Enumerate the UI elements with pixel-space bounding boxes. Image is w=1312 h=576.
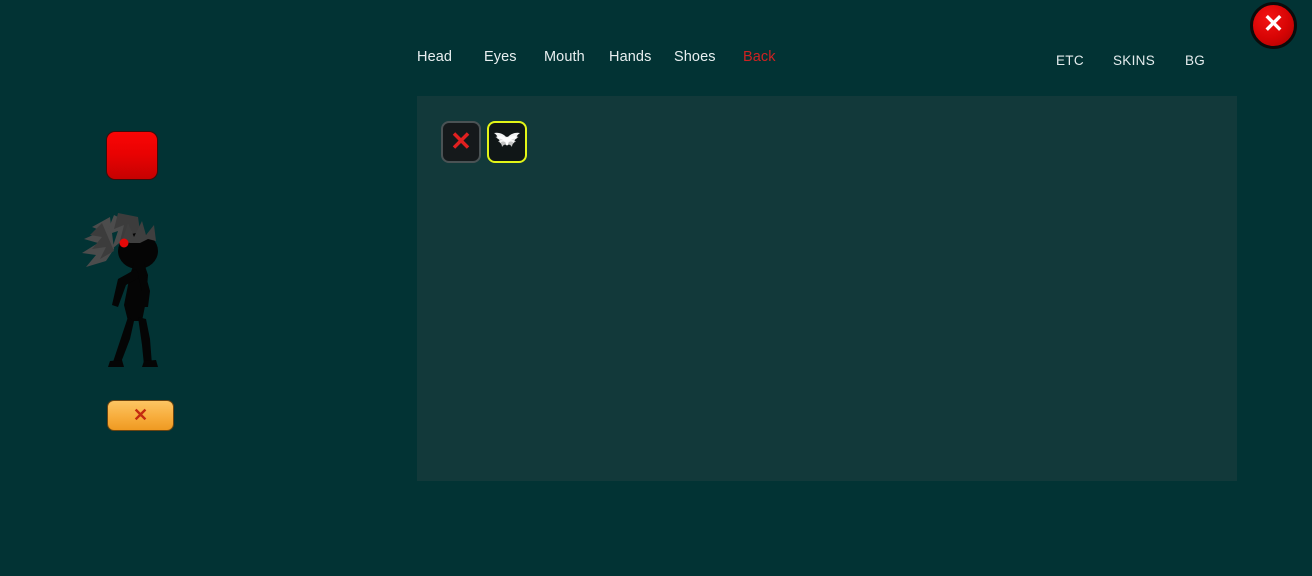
section-nav: ETC SKINS BG — [1056, 51, 1205, 71]
nav-item-eyes[interactable]: Eyes — [484, 47, 544, 67]
nav-item-head[interactable]: Head — [417, 47, 484, 67]
nav-item-shoes[interactable]: Shoes — [674, 47, 743, 67]
item-slot-none[interactable]: ✕ — [441, 121, 481, 163]
character-preview[interactable] — [62, 205, 182, 375]
red-x-icon: ✕ — [132, 404, 149, 425]
nav-item-etc[interactable]: ETC — [1056, 51, 1113, 71]
item-panel: ✕ — [417, 96, 1237, 481]
nav-item-skins[interactable]: SKINS — [1113, 51, 1185, 71]
nav-item-back[interactable]: Back — [743, 47, 776, 67]
clear-button[interactable]: ✕ — [107, 400, 174, 431]
wings-icon — [491, 131, 523, 153]
nav-item-hands[interactable]: Hands — [609, 47, 674, 67]
item-slot-wings[interactable] — [487, 121, 527, 163]
category-nav: Head Eyes Mouth Hands Shoes Back — [417, 47, 776, 67]
nav-item-bg[interactable]: BG — [1185, 51, 1205, 71]
close-button[interactable]: ✕ — [1250, 2, 1297, 49]
close-x-icon: ✕ — [1263, 10, 1284, 38]
nav-item-mouth[interactable]: Mouth — [544, 47, 609, 67]
item-slot-row: ✕ — [441, 121, 527, 163]
red-x-icon: ✕ — [450, 126, 472, 156]
color-swatch-button[interactable] — [106, 131, 158, 180]
